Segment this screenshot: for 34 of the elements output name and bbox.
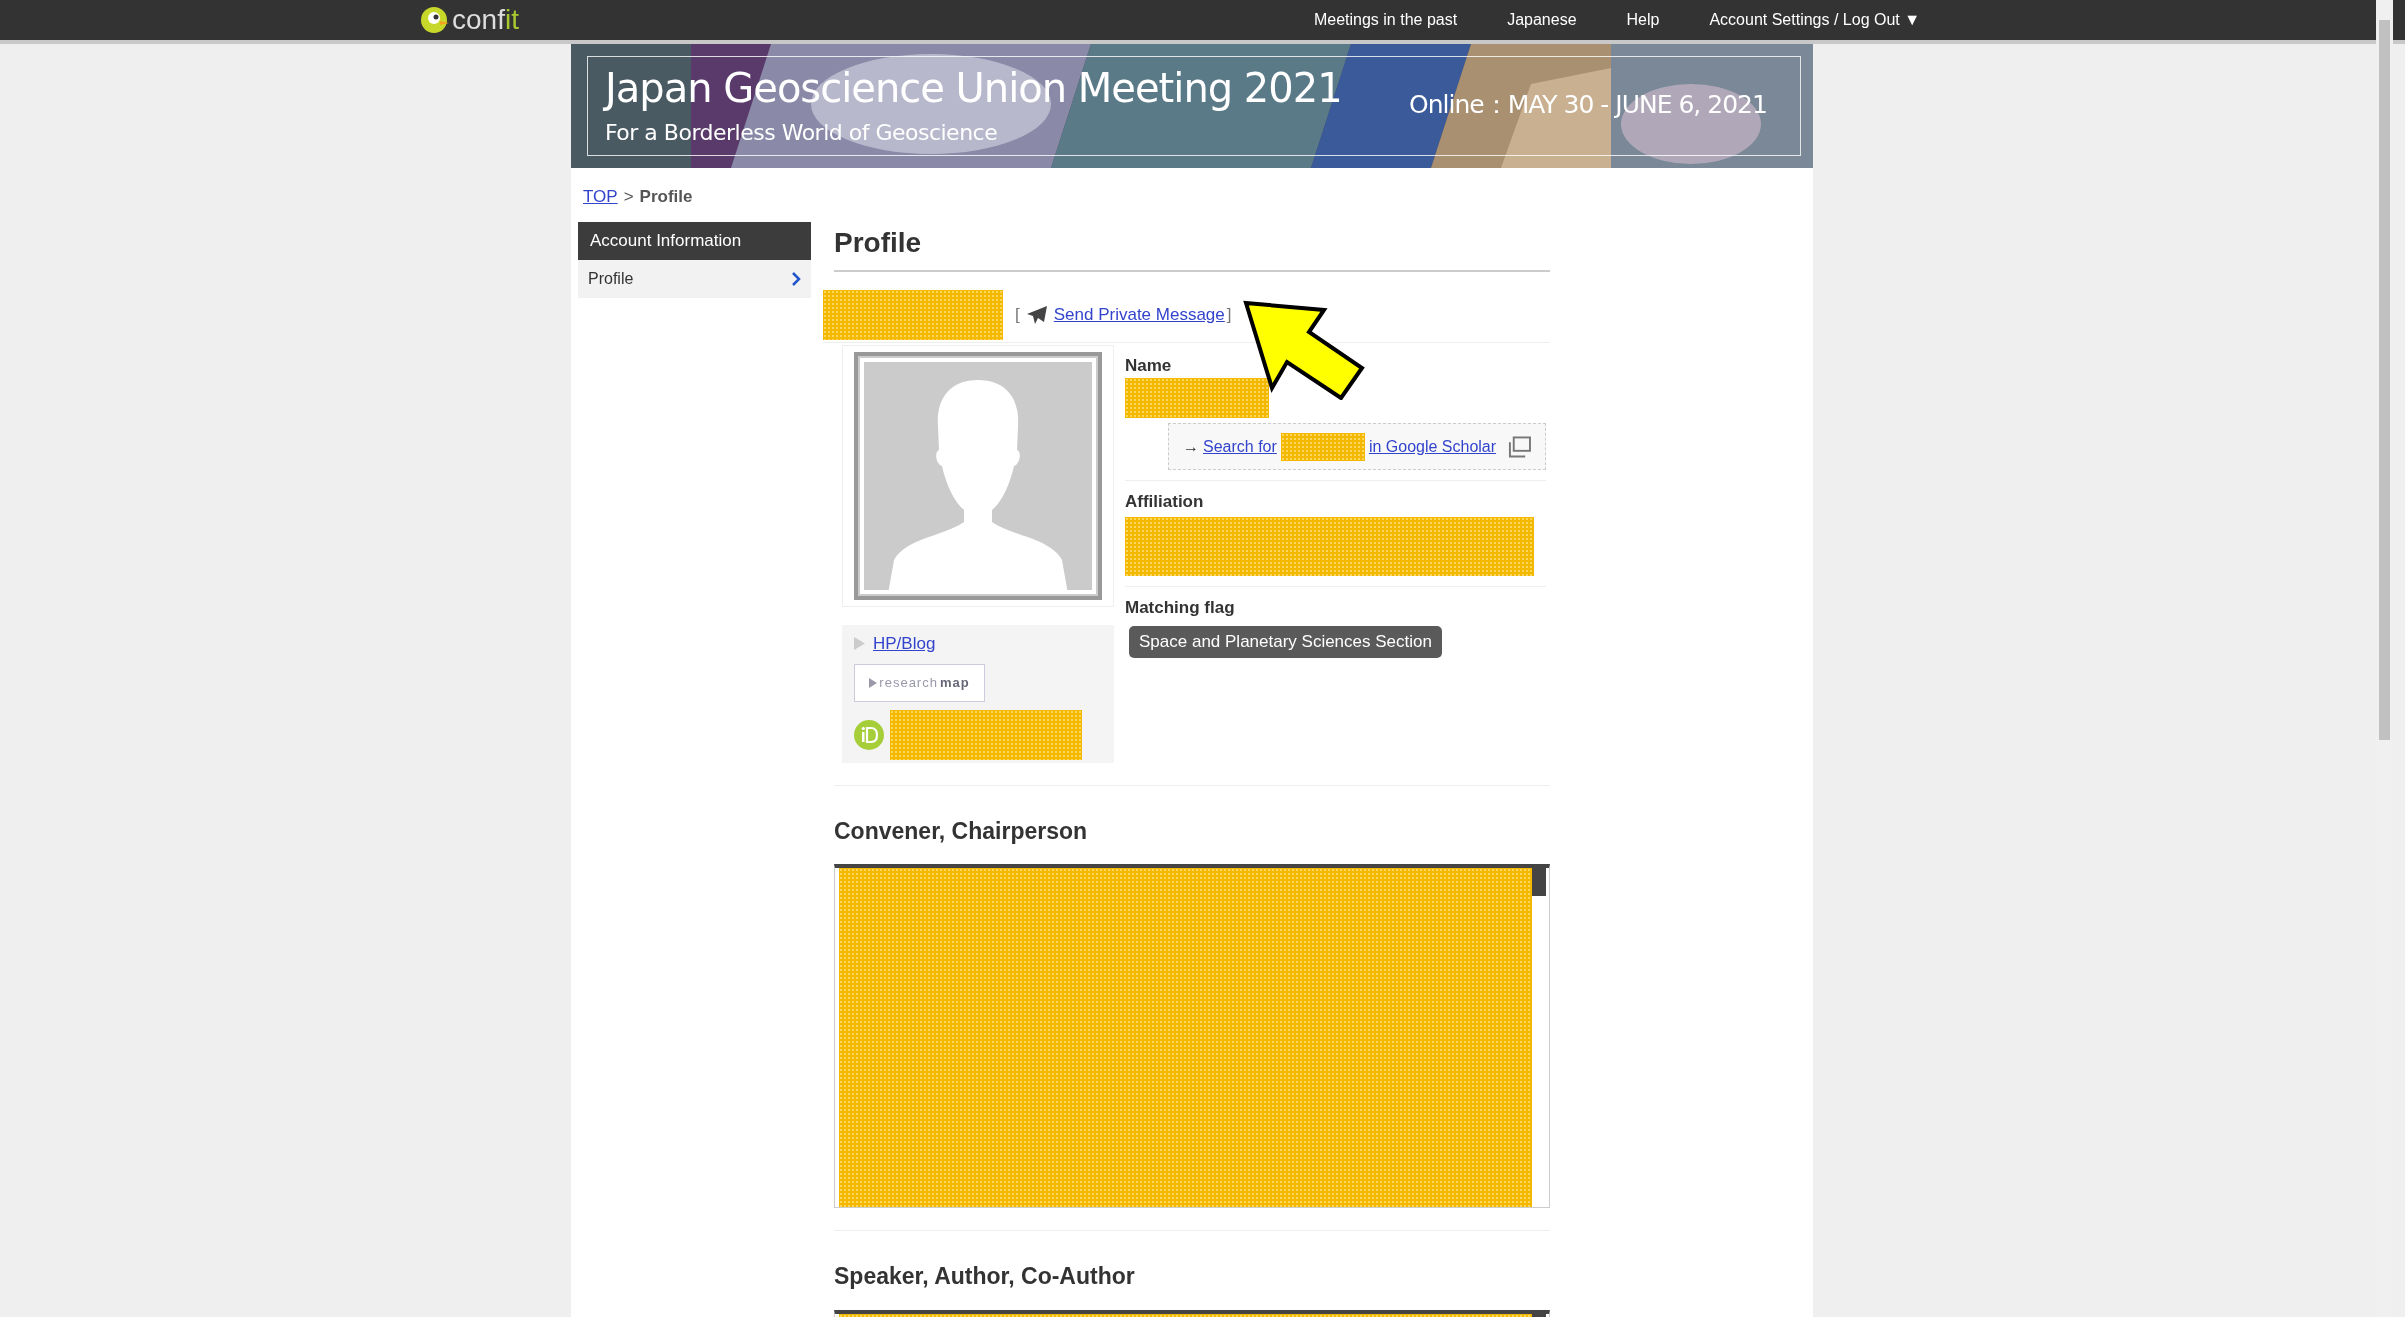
- scholar-link[interactable]: Search for: [1203, 434, 1277, 459]
- nav-link[interactable]: Meetings in the past: [1313, 8, 1458, 32]
- field-label: Affiliation: [1125, 491, 1205, 513]
- breadcrumb-separator: >: [623, 186, 634, 208]
- section-heading: Convener, Chairperson: [834, 816, 1089, 846]
- scroll-thumb[interactable]: [1532, 868, 1546, 896]
- field-label: Matching flag: [1125, 596, 1236, 619]
- new-window-icon: [1508, 435, 1531, 458]
- bracket: ]: [1226, 303, 1232, 326]
- arrow-glyph: →: [1183, 436, 1199, 457]
- hp-blog-link[interactable]: HP/Blog: [873, 630, 936, 656]
- bracket: [: [1015, 303, 1020, 326]
- orcid-icon[interactable]: [854, 720, 884, 750]
- logo-icon: [420, 5, 450, 35]
- logo-text[interactable]: confit: [452, 6, 519, 34]
- send-message-link[interactable]: Send Private Message: [1053, 301, 1225, 328]
- breadcrumb-current: Profile: [639, 186, 693, 208]
- page-title: Profile: [834, 221, 1550, 272]
- paper-plane-icon: [1025, 304, 1048, 325]
- section-tag: Space and Planetary Sciences Section: [1129, 626, 1442, 658]
- banner-subtitle: For a Borderless World of Geoscience: [605, 119, 999, 147]
- sidebar-header: Account Information: [578, 221, 811, 260]
- sidebar-item[interactable]: Profile: [578, 259, 811, 298]
- nav-link[interactable]: Japanese: [1507, 8, 1577, 32]
- chevron-right-icon: [791, 271, 801, 286]
- play-icon: [869, 678, 878, 688]
- breadcrumb-link[interactable]: TOP: [583, 184, 618, 210]
- researchmap-button[interactable]: research map: [854, 664, 985, 702]
- section-heading: Speaker, Author, Co-Author: [834, 1262, 1136, 1291]
- scholar-link[interactable]: in Google Scholar: [1368, 434, 1497, 459]
- nav-link[interactable]: Account Settings / Log Out ▼: [1709, 8, 1921, 32]
- nav-link[interactable]: Help: [1626, 8, 1660, 32]
- triangle-icon: [854, 636, 865, 650]
- field-label: Name: [1125, 354, 1173, 377]
